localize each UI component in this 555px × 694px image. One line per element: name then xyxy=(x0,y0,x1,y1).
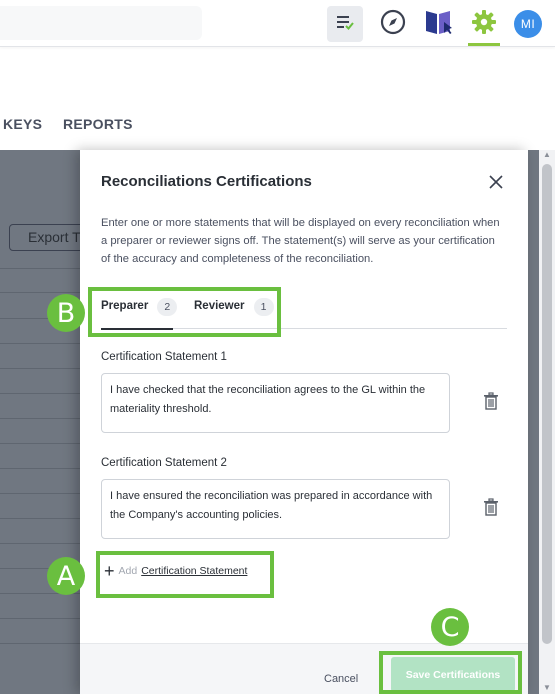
delete-statement-1-button[interactable] xyxy=(480,391,502,415)
highlight-tabs xyxy=(88,287,281,337)
bg-row-divider xyxy=(0,268,80,269)
compass-button[interactable] xyxy=(378,9,408,39)
export-button[interactable]: Export T xyxy=(9,224,89,251)
close-button[interactable] xyxy=(484,172,508,196)
settings-button[interactable] xyxy=(468,6,500,42)
knowledge-base-button[interactable] xyxy=(423,9,455,39)
settings-active-indicator xyxy=(468,43,500,46)
bg-row-divider xyxy=(0,443,80,444)
callout-b: B xyxy=(47,294,85,332)
gear-icon xyxy=(471,9,497,40)
nav-item-keys[interactable]: KEYS xyxy=(3,116,42,132)
tasks-check-icon xyxy=(335,13,355,36)
compass-icon xyxy=(380,9,406,40)
bg-row-divider xyxy=(0,343,80,344)
scroll-up-arrow-icon[interactable]: ▲ xyxy=(543,150,551,159)
scroll-down-arrow-icon[interactable]: ▼ xyxy=(543,683,551,692)
user-avatar[interactable]: MI xyxy=(514,10,542,38)
modal-scrollbar[interactable]: ▲ ▼ xyxy=(539,150,555,694)
tasks-button[interactable] xyxy=(327,6,363,42)
callout-c: C xyxy=(431,608,469,646)
bg-row-divider xyxy=(0,393,80,394)
cancel-button[interactable]: Cancel xyxy=(324,673,358,685)
nav-item-reports[interactable]: REPORTS xyxy=(63,116,133,132)
bg-row-divider xyxy=(0,418,80,419)
bg-row-divider xyxy=(0,543,80,544)
bg-row-divider xyxy=(0,493,80,494)
statement-1-input[interactable]: I have checked that the reconciliation a… xyxy=(101,373,450,433)
highlight-add-link xyxy=(96,551,274,598)
statement-1-label: Certification Statement 1 xyxy=(101,351,227,363)
bg-row-divider xyxy=(0,368,80,369)
modal-description: Enter one or more statements that will b… xyxy=(101,217,500,265)
main-nav: KEYS REPORTS xyxy=(0,108,555,142)
modal-title: Reconciliations Certifications xyxy=(101,173,312,190)
callout-a: A xyxy=(47,557,85,595)
statement-2-input[interactable]: I have ensured the reconciliation was pr… xyxy=(101,479,450,539)
bg-row-divider xyxy=(0,468,80,469)
bg-row-divider xyxy=(0,292,80,293)
statement-2-label: Certification Statement 2 xyxy=(101,457,227,469)
bg-row-divider xyxy=(0,643,80,644)
delete-statement-2-button[interactable] xyxy=(480,497,502,521)
trash-icon xyxy=(483,391,499,415)
highlight-save-button xyxy=(379,651,522,694)
bg-row-divider xyxy=(0,518,80,519)
scroll-thumb[interactable] xyxy=(542,164,552,644)
bg-row-divider xyxy=(0,618,80,619)
global-search-bar[interactable] xyxy=(0,6,202,40)
book-icon xyxy=(424,8,454,41)
close-icon xyxy=(489,174,503,194)
top-bar: MI xyxy=(0,0,555,47)
trash-icon xyxy=(483,497,499,521)
